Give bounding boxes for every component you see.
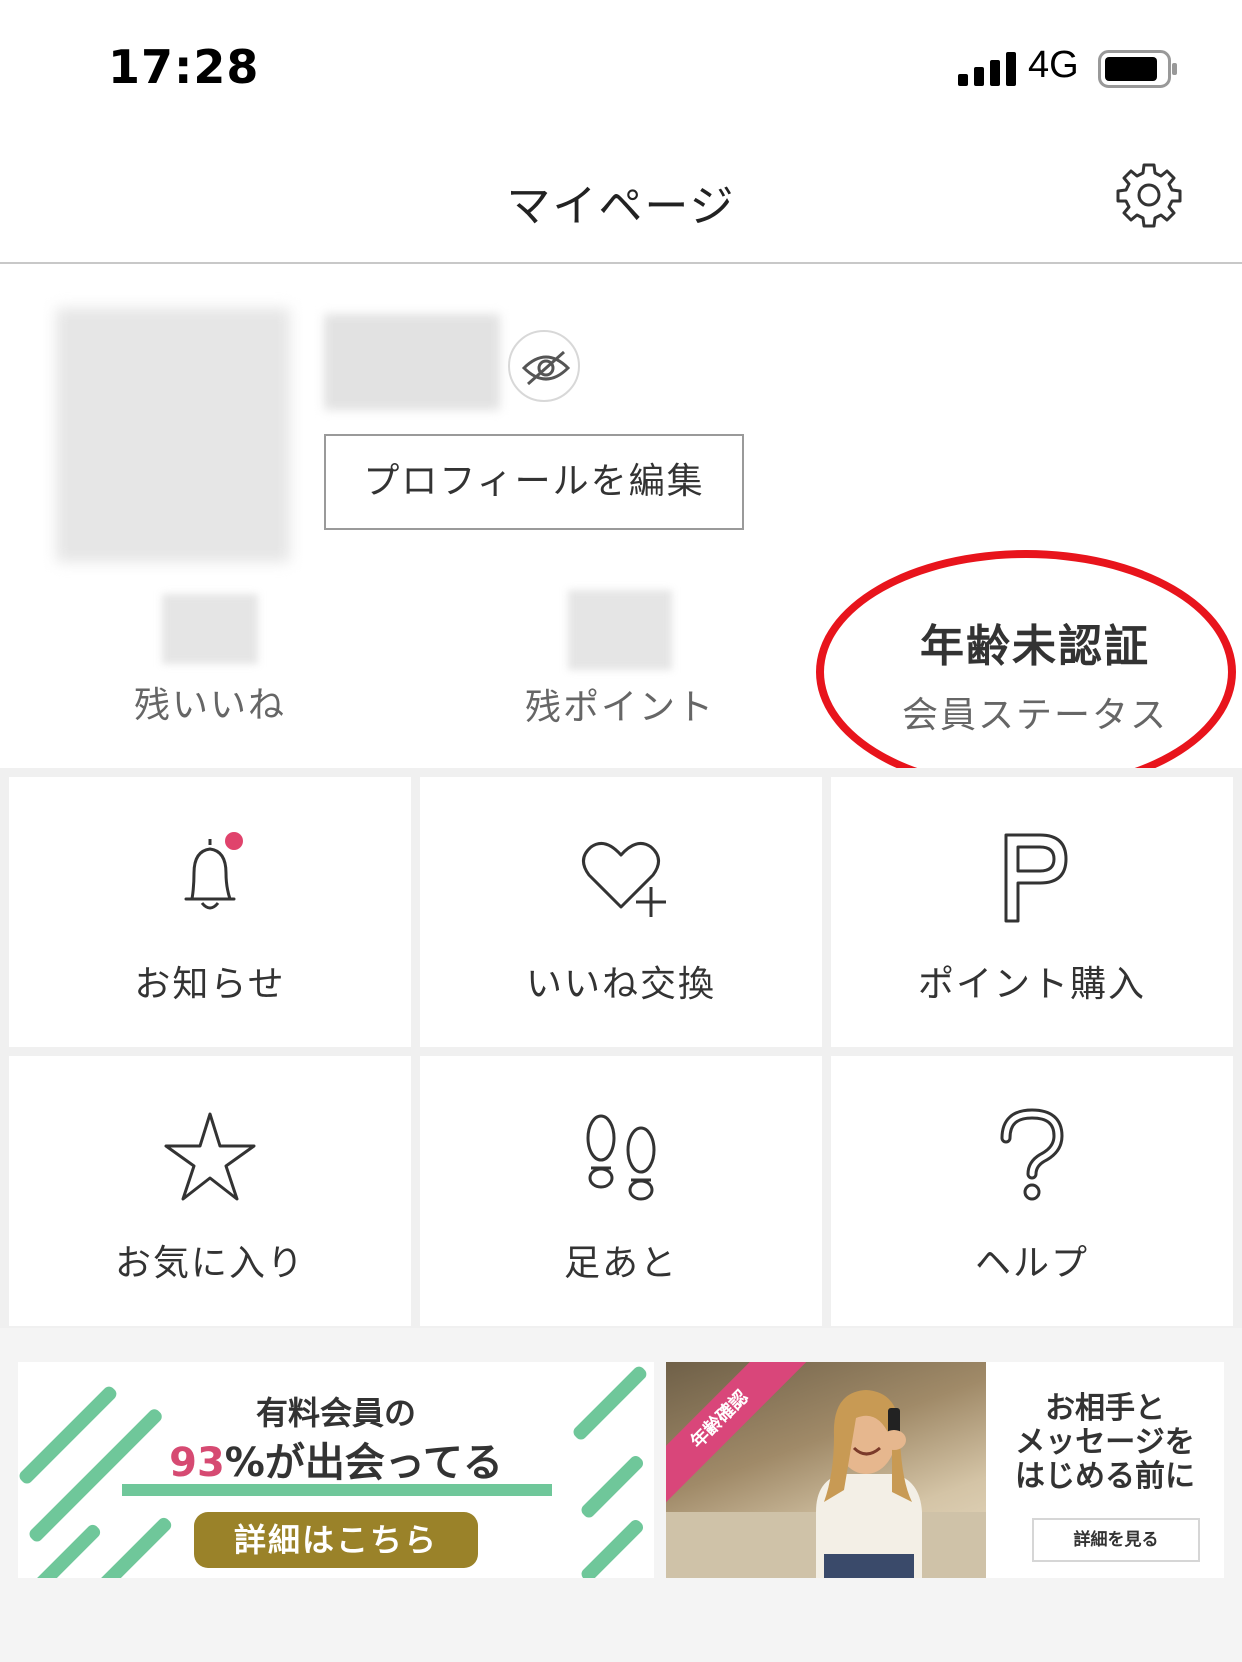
remaining-likes-stat[interactable]: 残いいね <box>100 594 320 728</box>
battery-icon <box>1098 50 1177 88</box>
banner-percent-suffix: %が出会ってる <box>224 1440 503 1486</box>
cellular-signal-icon <box>958 52 1016 86</box>
question-icon <box>1000 1108 1064 1201</box>
banner-stripe <box>93 1515 174 1578</box>
tile-footprints-label: 足あと <box>563 1243 678 1284</box>
tile-notifications[interactable]: お知らせ <box>9 777 411 1047</box>
tile-notifications-label: お知らせ <box>134 964 286 1005</box>
banner-stripe <box>579 1517 646 1578</box>
menu-grid: お知らせ いいね交換 ポイント購入 お気に入り 足あと ヘルプ <box>0 768 1242 1328</box>
banner-message: お相手と メッセージを はじめる前に <box>1015 1391 1195 1494</box>
status-bar: 17:28 4G <box>0 0 1242 130</box>
tile-help-label: ヘルプ <box>974 1243 1089 1284</box>
member-status-stat[interactable]: 年齢未認証 会員ステータス <box>880 610 1190 738</box>
tile-like-exchange[interactable]: いいね交換 <box>420 777 822 1047</box>
tile-buy-points[interactable]: ポイント購入 <box>831 777 1233 1047</box>
member-status-value: 年齢未認証 <box>920 621 1150 672</box>
tile-footprints[interactable]: 足あと <box>420 1056 822 1326</box>
woman-with-phone-illustration <box>666 1390 986 1578</box>
banner-headline: 有料会員の <box>255 1394 416 1432</box>
tile-help[interactable]: ヘルプ <box>831 1056 1233 1326</box>
edit-profile-button[interactable]: プロフィールを編集 <box>324 434 744 530</box>
network-type: 4G <box>1028 44 1079 86</box>
banner-subheadline: 93%が出会ってる <box>18 1430 654 1488</box>
remaining-likes-label: 残いいね <box>133 685 286 726</box>
paid-member-banner[interactable]: 有料会員の 93%が出会ってる 詳細はこちら <box>18 1362 654 1578</box>
tile-like-exchange-label: いいね交換 <box>525 964 716 1005</box>
page-title: マイページ <box>506 181 736 232</box>
bell-icon <box>184 832 243 910</box>
star-icon <box>164 1112 256 1201</box>
banner-underline <box>122 1484 552 1496</box>
heart-plus-icon <box>582 841 666 917</box>
avatar[interactable] <box>56 308 290 562</box>
visibility-toggle-button[interactable] <box>508 330 580 402</box>
eye-off-icon <box>521 350 571 386</box>
details-button[interactable]: 詳細はこちら <box>194 1512 478 1568</box>
remaining-likes-value <box>162 594 258 664</box>
see-details-button[interactable]: 詳細を見る <box>1032 1518 1200 1562</box>
remaining-points-value <box>568 590 672 670</box>
page-header: マイページ <box>0 130 1242 264</box>
banner-percent: 93 <box>169 1440 225 1486</box>
settings-gear-icon[interactable] <box>1114 160 1184 230</box>
tile-favorites[interactable]: お気に入り <box>9 1056 411 1326</box>
status-time: 17:28 <box>108 40 260 94</box>
footprints-icon <box>586 1114 656 1201</box>
age-verification-banner[interactable]: 年齢確認 お相手と メッセージを はじめる前に 詳細を見る <box>666 1362 1224 1578</box>
point-p-icon <box>1004 833 1068 923</box>
tile-favorites-label: お気に入り <box>114 1243 305 1284</box>
remaining-points-stat[interactable]: 残ポイント <box>500 590 740 730</box>
remaining-points-label: 残ポイント <box>524 687 715 728</box>
tile-buy-points-label: ポイント購入 <box>917 964 1146 1005</box>
username-blurred <box>324 314 500 410</box>
banner-area: 有料会員の 93%が出会ってる 詳細はこちら 年齢確認 お相手と メッセージを … <box>0 1328 1242 1662</box>
notification-badge <box>225 832 243 850</box>
banner-photo: 年齢確認 <box>666 1362 986 1578</box>
profile-section: プロフィールを編集 残いいね 残ポイント 年齢未認証 会員ステータス <box>0 264 1242 768</box>
member-status-label: 会員ステータス <box>901 695 1168 736</box>
